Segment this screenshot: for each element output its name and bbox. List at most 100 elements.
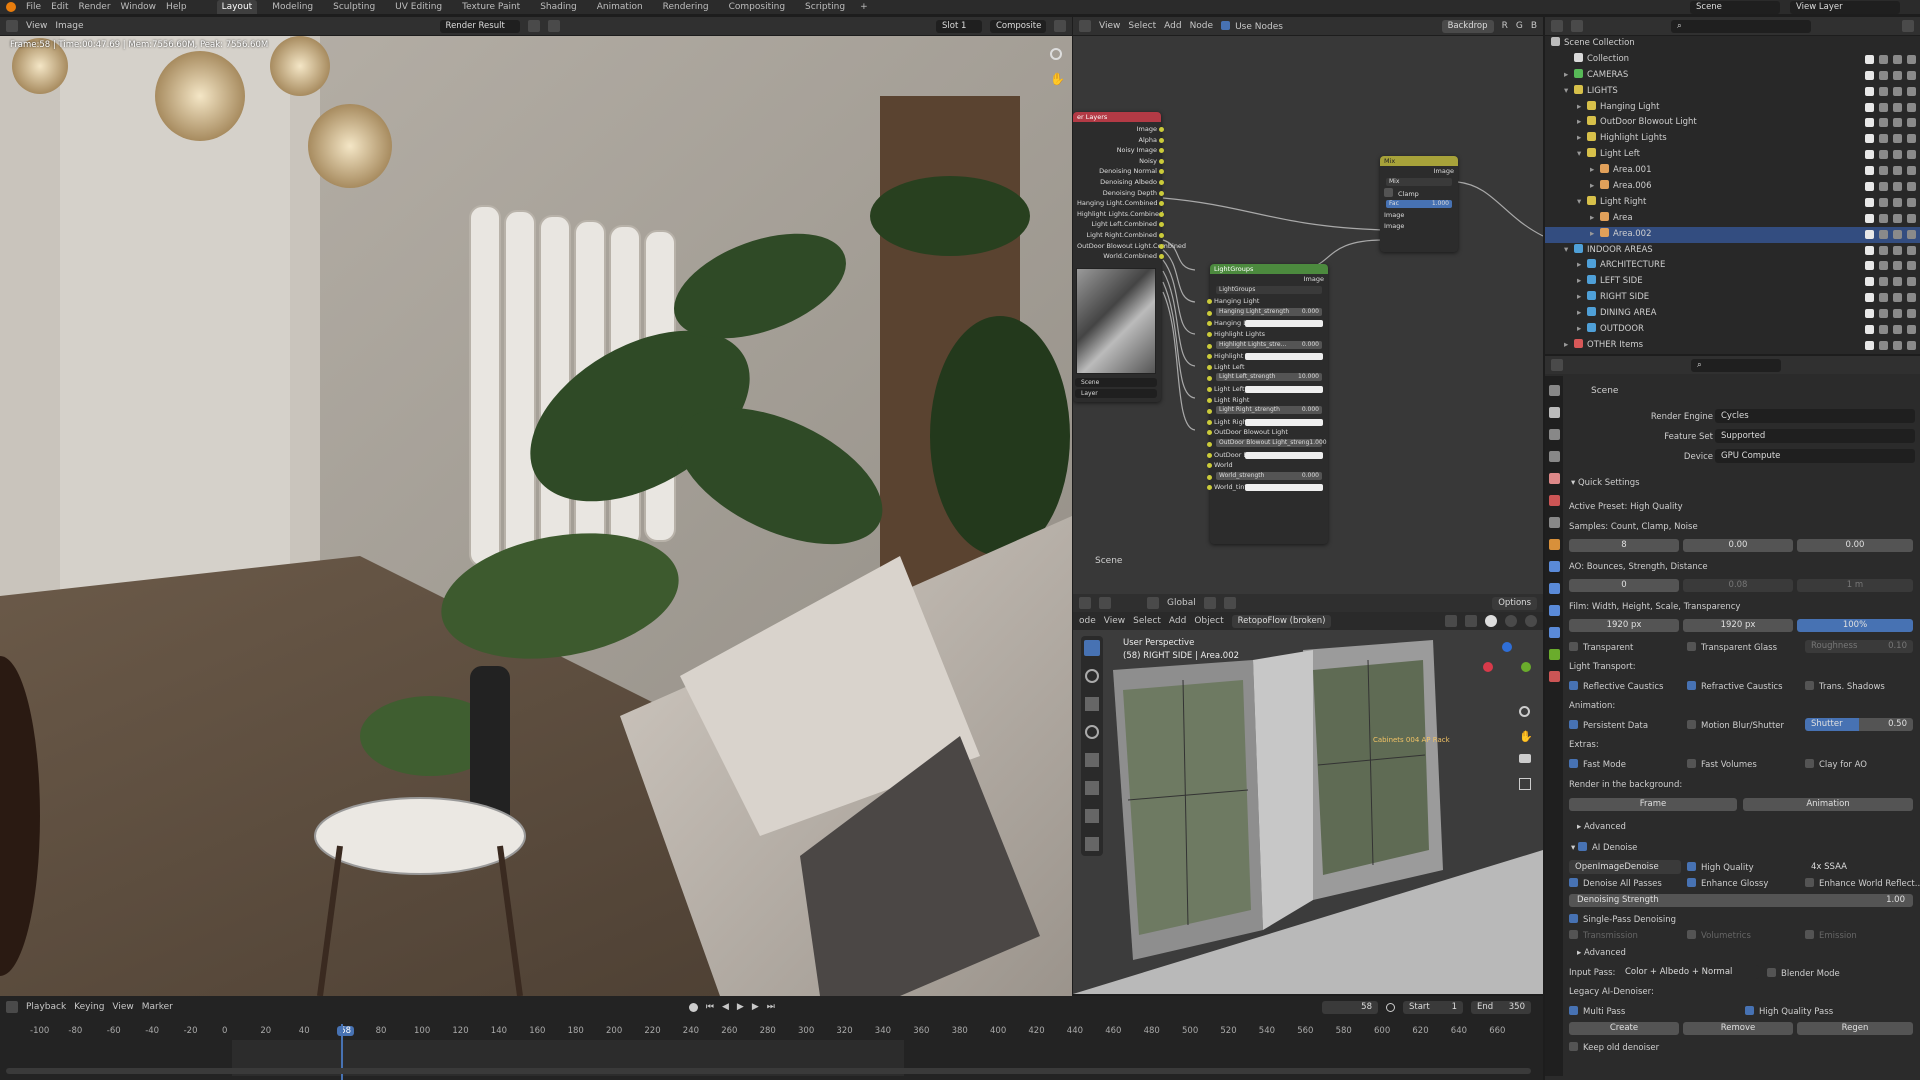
lightgroup-strength-slider[interactable]: Hanging Light_strength 0.000: [1216, 307, 1322, 316]
outliner-row[interactable]: ▸ CAMERAS: [1545, 68, 1920, 84]
render-engine-select[interactable]: Cycles: [1715, 409, 1915, 423]
tab-shading[interactable]: Shading: [535, 0, 582, 14]
node-menu-view[interactable]: View: [1099, 21, 1120, 31]
viewport-zoom-icon[interactable]: [1519, 706, 1530, 717]
outliner-row[interactable]: ▾ Light Right: [1545, 195, 1920, 211]
chevron-right-icon[interactable]: ▸: [1577, 258, 1587, 274]
chevron-right-icon[interactable]: ▸: [1577, 290, 1587, 306]
film-width-field[interactable]: 1920 px: [1569, 619, 1679, 632]
overlay-icon[interactable]: [1445, 615, 1457, 627]
viewport-pan-icon[interactable]: ✋: [1519, 730, 1533, 743]
input-socket-icon[interactable]: [1207, 299, 1212, 305]
quick-settings-panel-header[interactable]: ▾ Quick Settings: [1571, 478, 1920, 488]
jump-start-icon[interactable]: ⏮: [706, 1002, 714, 1012]
scene-tab-icon[interactable]: [1548, 473, 1560, 484]
tool-annotate-icon[interactable]: [1085, 809, 1099, 823]
samples-noise-field[interactable]: 0.00: [1797, 539, 1913, 552]
channel-b[interactable]: B: [1531, 21, 1537, 31]
tint-color-swatch[interactable]: [1245, 484, 1323, 492]
selectable-icon[interactable]: [1879, 340, 1888, 350]
editor-type-icon[interactable]: [6, 20, 18, 32]
selectable-icon[interactable]: [1879, 213, 1888, 223]
camera-render-icon[interactable]: [1907, 261, 1916, 271]
tab-rendering[interactable]: Rendering: [658, 0, 714, 14]
input-socket-icon[interactable]: [1207, 331, 1212, 337]
chevron-down-icon[interactable]: ▾: [1577, 147, 1587, 163]
collection-tab-icon[interactable]: [1548, 517, 1560, 528]
tool-transform-icon[interactable]: [1085, 781, 1099, 795]
ao-bounces-field[interactable]: 0: [1569, 579, 1679, 592]
exclude-checkbox-icon[interactable]: [1865, 293, 1874, 303]
end-frame-field[interactable]: End 350: [1471, 1000, 1531, 1014]
outliner-row[interactable]: ▸ Area.002: [1545, 226, 1920, 243]
exclude-checkbox-icon[interactable]: [1865, 277, 1874, 287]
tab-modeling[interactable]: Modeling: [267, 0, 318, 14]
tint-color-swatch[interactable]: [1245, 353, 1323, 361]
shading-rendered-icon[interactable]: [1525, 615, 1537, 627]
exclude-checkbox-icon[interactable]: [1865, 309, 1874, 319]
menu-window[interactable]: Window: [121, 2, 157, 12]
camera-render-icon[interactable]: [1907, 277, 1916, 287]
selectable-icon[interactable]: [1879, 102, 1888, 112]
orientation-select[interactable]: Global: [1167, 598, 1196, 608]
vp-menu-view[interactable]: View: [1104, 616, 1125, 626]
lightgroup-strength-slider[interactable]: Light Left_strength 10.000: [1216, 373, 1322, 382]
keep-old-checkbox[interactable]: Keep old denoiser: [1569, 1042, 1920, 1053]
exclude-checkbox-icon[interactable]: [1865, 70, 1874, 80]
output-socket-icon[interactable]: [1159, 243, 1164, 249]
device-select[interactable]: GPU Compute: [1715, 449, 1915, 463]
advanced2-subpanel-header[interactable]: ▸ Advanced: [1577, 948, 1920, 958]
input-socket-icon[interactable]: [1207, 474, 1212, 480]
camera-render-icon[interactable]: [1907, 213, 1916, 223]
tab-sculpting[interactable]: Sculpting: [328, 0, 380, 14]
advanced-subpanel-header[interactable]: ▸ Advanced: [1577, 822, 1920, 832]
properties-search-input[interactable]: ⌕: [1691, 358, 1781, 372]
eye-icon[interactable]: [1893, 325, 1902, 335]
output-socket-icon[interactable]: [1159, 137, 1164, 143]
filter-icon[interactable]: [1902, 20, 1914, 32]
shutter-field[interactable]: Shutter 0.50: [1805, 718, 1913, 731]
timeline-panel[interactable]: Playback Keying View Marker ⏮ ◀ ▶ ▶ ⏭ 58…: [0, 996, 1543, 1080]
timeline-menu-marker[interactable]: Marker: [142, 1002, 173, 1012]
use-nodes-checkbox[interactable]: Use Nodes: [1221, 20, 1283, 32]
feature-set-select[interactable]: Supported: [1715, 429, 1915, 443]
properties-type-icon[interactable]: [1551, 359, 1563, 371]
add-workspace-icon[interactable]: +: [860, 2, 868, 12]
xray-icon[interactable]: [1465, 615, 1477, 627]
eye-icon[interactable]: [1893, 134, 1902, 144]
eye-icon[interactable]: [1893, 102, 1902, 112]
eye-icon[interactable]: [1893, 309, 1902, 319]
jump-end-icon[interactable]: ⏭: [767, 1002, 775, 1012]
view-layer-tab-icon[interactable]: [1548, 451, 1560, 462]
chevron-right-icon[interactable]: ▸: [1577, 306, 1587, 322]
outliner-row[interactable]: ▸ OutDoor Blowout Light: [1545, 115, 1920, 131]
node-editor-type-icon[interactable]: [1079, 20, 1091, 32]
node-editor-canvas[interactable]: er Layers Image Alpha Noisy Image Noisy Deno…: [1073, 36, 1543, 594]
menu-image[interactable]: Image: [55, 21, 83, 31]
chevron-right-icon[interactable]: ▸: [1564, 68, 1574, 84]
outliner-row[interactable]: ▸ Area: [1545, 211, 1920, 227]
chevron-right-icon[interactable]: ▸: [1577, 115, 1587, 131]
pass-selector[interactable]: Composite: [990, 19, 1046, 33]
camera-render-icon[interactable]: [1907, 166, 1916, 176]
viewport-3d[interactable]: Global Options ode View Select Add Objec…: [1073, 594, 1543, 994]
mix-node[interactable]: Mix Image Mix Clamp Fac 1.000 Image Image: [1380, 156, 1458, 252]
single-pass-checkbox[interactable]: Single-Pass Denoising: [1569, 914, 1920, 925]
input-socket-icon[interactable]: [1207, 397, 1212, 403]
timeline-menu-keying[interactable]: Keying: [74, 1002, 104, 1012]
eye-icon[interactable]: [1893, 340, 1902, 350]
exclude-checkbox-icon[interactable]: [1865, 340, 1874, 350]
eye-icon[interactable]: [1893, 261, 1902, 271]
selectable-icon[interactable]: [1879, 182, 1888, 192]
output-tab-icon[interactable]: [1548, 429, 1560, 440]
emission-checkbox[interactable]: Emission: [1805, 930, 1920, 941]
channel-g[interactable]: G: [1516, 21, 1523, 31]
render-layers-scene[interactable]: Scene: [1075, 378, 1157, 387]
shading-material-icon[interactable]: [1505, 615, 1517, 627]
denoiser-select[interactable]: OpenImageDenoise: [1569, 860, 1681, 874]
eye-icon[interactable]: [1893, 197, 1902, 207]
vp-menu-select[interactable]: Select: [1133, 616, 1161, 626]
ssaa-select[interactable]: 4x SSAA: [1805, 860, 1913, 874]
trans-shadows-checkbox[interactable]: Trans. Shadows: [1805, 681, 1920, 692]
eye-icon[interactable]: [1893, 229, 1902, 239]
